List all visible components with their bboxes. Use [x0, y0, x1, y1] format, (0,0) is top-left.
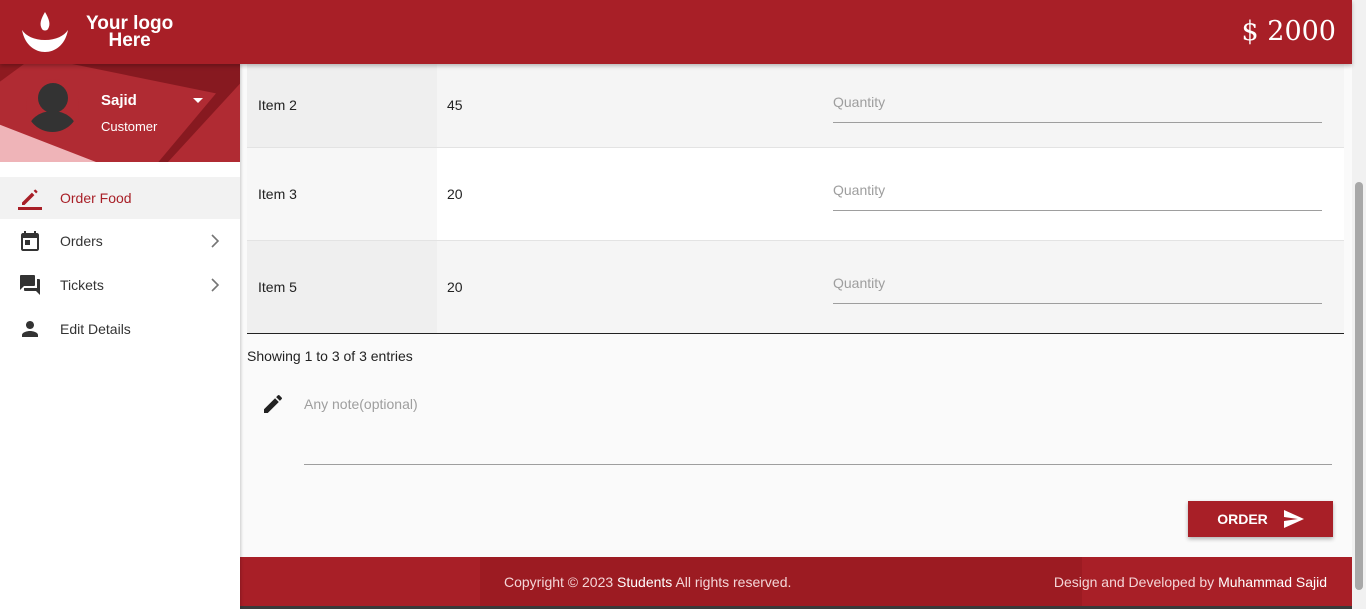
- developer-prefix: Design and Developed by: [1053, 574, 1215, 590]
- page-scrollbar[interactable]: [1352, 0, 1366, 609]
- copyright-brand-link[interactable]: Students: [617, 574, 672, 590]
- logo-text: Your logo Here: [86, 14, 173, 51]
- sidebar: Sajid Customer Order Food Orders Tickets: [0, 64, 240, 609]
- calendar-icon: [21, 231, 39, 251]
- chevron-right-icon: [211, 278, 220, 292]
- footer: Copyright © 2023 Students All rights res…: [240, 557, 1352, 606]
- wallet-balance: $ 2000: [1241, 16, 1336, 47]
- copyright-text: Copyright © 2023 Students All rights res…: [504, 574, 791, 590]
- sidebar-item-label: Order Food: [60, 190, 132, 206]
- quantity-input[interactable]: [833, 269, 1322, 304]
- avatar-body: [28, 111, 77, 132]
- profile-card: Sajid Customer: [0, 64, 240, 162]
- profile-name: Sajid: [101, 92, 137, 109]
- order-button[interactable]: ORDER: [1188, 501, 1333, 537]
- logo-icon: [22, 12, 68, 52]
- item-price: 45: [447, 97, 463, 114]
- item-quantity-cell: [833, 64, 1344, 147]
- sidebar-item-label: Tickets: [60, 277, 104, 293]
- sidebar-item-label: Orders: [60, 233, 103, 249]
- sidebar-item-label: Edit Details: [60, 321, 131, 337]
- logo[interactable]: Your logo Here: [20, 10, 173, 54]
- item-price: 20: [447, 185, 463, 202]
- sidebar-item-edit-details[interactable]: Edit Details: [0, 307, 240, 351]
- quantity-input[interactable]: [833, 176, 1322, 211]
- sidebar-item-tickets[interactable]: Tickets: [0, 263, 240, 307]
- profile-dropdown-icon[interactable]: [193, 98, 203, 103]
- chevron-right-icon: [211, 234, 220, 248]
- item-name: Item 5: [247, 240, 437, 333]
- table-row: Item 5 20: [247, 240, 1344, 333]
- note-input[interactable]: [304, 394, 1332, 465]
- forum-icon: [20, 275, 40, 295]
- person-icon: [22, 321, 38, 337]
- item-name: Item 3: [247, 147, 437, 240]
- order-button-label: ORDER: [1217, 511, 1268, 527]
- main-content: Item 2 45 Item 3 20 Item 5 20 Showing 1 …: [240, 64, 1352, 557]
- quantity-input[interactable]: [833, 87, 1322, 123]
- items-table: Item 2 45 Item 3 20 Item 5 20: [247, 64, 1344, 334]
- avatar-head: [38, 83, 68, 113]
- profile-role: Customer: [101, 119, 158, 134]
- sidebar-nav: Order Food Orders Tickets Edit Details: [0, 177, 240, 351]
- copyright-suffix: All rights reserved.: [675, 574, 792, 590]
- scrollbar-thumb[interactable]: [1355, 182, 1363, 590]
- item-price: 20: [447, 278, 463, 295]
- sidebar-item-order-food[interactable]: Order Food: [0, 177, 240, 219]
- top-app-bar: Your logo Here $ 2000: [0, 0, 1352, 64]
- sidebar-item-orders[interactable]: Orders: [0, 219, 240, 263]
- pencil-icon: [18, 189, 42, 210]
- table-info: Showing 1 to 3 of 3 entries: [247, 348, 413, 364]
- developer-credit: Design and Developed by Muhammad Sajid: [1054, 574, 1327, 590]
- send-icon: [1283, 510, 1304, 528]
- copyright-prefix: Copyright © 2023: [504, 574, 614, 590]
- logo-line-2: Here: [108, 30, 151, 51]
- avatar[interactable]: [26, 79, 79, 132]
- developer-name-link[interactable]: Muhammad Sajid: [1218, 574, 1327, 590]
- table-row: Item 3 20: [247, 147, 1344, 240]
- table-row: Item 2 45: [247, 64, 1344, 147]
- pencil-icon: [264, 394, 283, 413]
- item-quantity-cell: [833, 147, 1344, 240]
- item-quantity-cell: [833, 240, 1344, 333]
- item-name: Item 2: [247, 64, 437, 147]
